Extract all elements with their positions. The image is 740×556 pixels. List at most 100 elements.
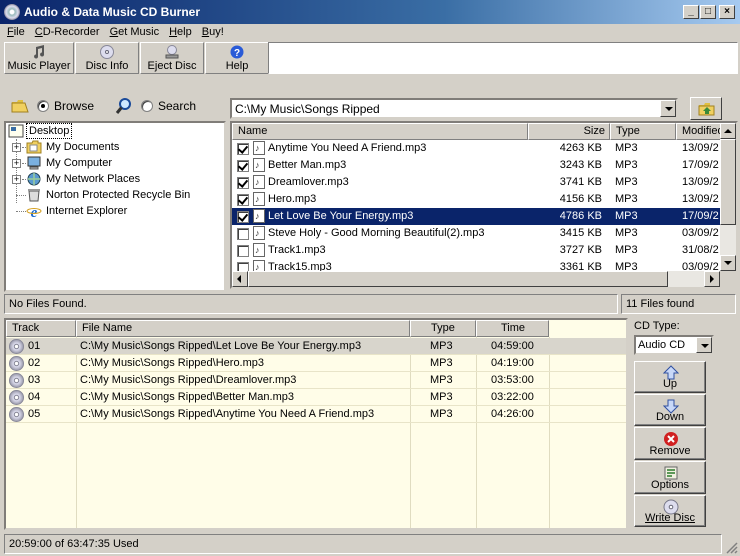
track-row[interactable]: 02 C:\My Music\Songs Ripped\Hero.mp3 MP3… bbox=[6, 355, 626, 372]
expand-my-computer[interactable]: + bbox=[12, 159, 21, 168]
file-checkbox[interactable] bbox=[237, 211, 249, 223]
column-header-modified[interactable]: Modified bbox=[676, 123, 724, 140]
expand-my-documents[interactable]: + bbox=[12, 143, 21, 152]
recycle-bin-icon bbox=[28, 189, 40, 202]
menu-buy[interactable]: Buy! bbox=[197, 24, 229, 42]
cd-type-label: CD Type: bbox=[634, 320, 680, 332]
column-header-file-name[interactable]: File Name bbox=[76, 320, 410, 337]
file-checkbox[interactable] bbox=[237, 160, 249, 172]
help-button[interactable]: ? Help bbox=[205, 42, 269, 74]
hscroll-thumb[interactable] bbox=[248, 271, 668, 287]
column-header-type[interactable]: Type bbox=[610, 123, 676, 140]
track-row-selected[interactable]: 01 C:\My Music\Songs Ripped\Let Love Be … bbox=[6, 338, 626, 355]
file-row[interactable]: Anytime You Need A Friend.mp3 4263 KB MP… bbox=[232, 140, 722, 157]
svg-text:e: e bbox=[31, 205, 38, 218]
options-button[interactable]: Options bbox=[634, 461, 706, 494]
file-list-vscrollbar[interactable] bbox=[720, 123, 736, 271]
file-row[interactable]: Dreamlover.mp3 3741 KB MP3 13/09/2 bbox=[232, 174, 722, 191]
browse-radio[interactable] bbox=[37, 100, 49, 112]
track-row[interactable]: 04 C:\My Music\Songs Ripped\Better Man.m… bbox=[6, 389, 626, 406]
desktop-icon bbox=[8, 124, 24, 138]
search-radio[interactable] bbox=[141, 100, 153, 112]
toolbar-banner-area bbox=[268, 42, 738, 74]
file-row[interactable]: Track1.mp3 3727 KB MP3 31/08/2 bbox=[232, 242, 722, 259]
remove-button[interactable]: Remove bbox=[634, 427, 706, 460]
column-header-track[interactable]: Track bbox=[6, 320, 76, 337]
file-list-hscrollbar[interactable] bbox=[232, 271, 720, 287]
file-row[interactable]: Better Man.mp3 3243 KB MP3 17/09/2 bbox=[232, 157, 722, 174]
browse-label: Browse bbox=[54, 99, 95, 113]
mp3-file-icon bbox=[253, 225, 265, 242]
cd-app-icon bbox=[4, 4, 20, 20]
menu-get-music[interactable]: Get Music bbox=[105, 24, 165, 42]
scroll-right-button[interactable] bbox=[704, 271, 720, 287]
move-down-button[interactable]: Down bbox=[634, 394, 706, 426]
column-header-track-type[interactable]: Type bbox=[410, 320, 476, 337]
column-header-name[interactable]: Name bbox=[232, 123, 528, 140]
scroll-down-button[interactable] bbox=[720, 255, 736, 271]
file-size: 3741 KB bbox=[559, 176, 602, 188]
move-up-button[interactable]: Up bbox=[634, 361, 706, 393]
track-row[interactable]: 03 C:\My Music\Songs Ripped\Dreamlover.m… bbox=[6, 372, 626, 389]
mp3-file-icon bbox=[253, 174, 265, 191]
scroll-up-button[interactable] bbox=[720, 123, 736, 139]
expand-my-network-places[interactable]: + bbox=[12, 175, 21, 184]
cd-type-select[interactable]: Audio CD bbox=[634, 335, 714, 355]
disc-info-button[interactable]: Disc Info bbox=[75, 42, 139, 74]
cd-track-icon bbox=[9, 407, 24, 422]
scroll-left-button[interactable] bbox=[232, 271, 248, 287]
scroll-corner bbox=[720, 271, 736, 287]
title-bar[interactable]: Audio & Data Music CD Burner _ □ × bbox=[0, 0, 740, 24]
music-player-button[interactable]: Music Player bbox=[4, 42, 74, 74]
menu-cd-recorder[interactable]: CD-Recorder bbox=[30, 24, 105, 42]
eject-disc-button[interactable]: Eject Disc bbox=[140, 42, 204, 74]
tree-label-my-computer: My Computer bbox=[46, 157, 113, 169]
track-number: 02 bbox=[28, 357, 41, 369]
file-type: MP3 bbox=[615, 176, 638, 188]
track-file-path: C:\My Music\Songs Ripped\Anytime You Nee… bbox=[80, 408, 375, 420]
file-size: 4156 KB bbox=[559, 193, 602, 205]
file-name: Anytime You Need A Friend.mp3 bbox=[268, 142, 427, 154]
track-row[interactable]: 05 C:\My Music\Songs Ripped\Anytime You … bbox=[6, 406, 626, 423]
file-checkbox[interactable] bbox=[237, 177, 249, 189]
minimize-button[interactable]: _ bbox=[683, 5, 699, 19]
help-icon: ? bbox=[230, 45, 244, 59]
track-type: MP3 bbox=[430, 357, 453, 369]
scroll-thumb[interactable] bbox=[720, 139, 736, 225]
track-file-path: C:\My Music\Songs Ripped\Better Man.mp3 bbox=[80, 391, 294, 403]
file-type: MP3 bbox=[615, 244, 638, 256]
file-name: Hero.mp3 bbox=[268, 193, 317, 205]
window-title: Audio & Data Music CD Burner bbox=[24, 5, 201, 19]
path-dropdown-arrow[interactable] bbox=[660, 100, 676, 117]
tree-label-my-documents: My Documents bbox=[46, 141, 120, 153]
menu-file[interactable]: File bbox=[0, 24, 30, 42]
file-name: Steve Holy - Good Morning Beautiful(2).m… bbox=[268, 227, 485, 239]
file-row[interactable]: Hero.mp3 4156 KB MP3 13/09/2 bbox=[232, 191, 722, 208]
folder-path-combobox[interactable]: C:\My Music\Songs Ripped bbox=[230, 98, 678, 119]
toolbar: Music Player Disc Info Eject Disc ? Help bbox=[4, 42, 270, 74]
maximize-button[interactable]: □ bbox=[700, 5, 716, 19]
remove-label: Remove bbox=[649, 445, 691, 457]
resize-grip-icon[interactable] bbox=[724, 540, 738, 554]
file-modified: 13/09/2 bbox=[682, 193, 719, 205]
column-header-time[interactable]: Time bbox=[476, 320, 549, 337]
file-row[interactable]: Steve Holy - Good Morning Beautiful(2).m… bbox=[232, 225, 722, 242]
folder-open-icon bbox=[11, 100, 29, 113]
menu-help[interactable]: Help bbox=[164, 24, 197, 42]
file-size: 4263 KB bbox=[559, 142, 602, 154]
write-disc-button[interactable]: Write Disc bbox=[634, 495, 706, 527]
close-button[interactable]: × bbox=[719, 5, 735, 19]
file-checkbox[interactable] bbox=[237, 228, 249, 240]
file-checkbox[interactable] bbox=[237, 194, 249, 206]
music-note-icon bbox=[34, 45, 45, 59]
track-file-path: C:\My Music\Songs Ripped\Hero.mp3 bbox=[80, 357, 265, 369]
file-checkbox[interactable] bbox=[237, 245, 249, 257]
track-type: MP3 bbox=[430, 408, 453, 420]
parent-folder-button[interactable] bbox=[690, 97, 722, 120]
disc-usage-status: 20:59:00 of 63:47:35 Used bbox=[4, 534, 722, 554]
column-header-size[interactable]: Size bbox=[528, 123, 610, 140]
file-row-selected[interactable]: Let Love Be Your Energy.mp3 4786 KB MP3 … bbox=[232, 208, 722, 225]
cd-track-icon bbox=[9, 356, 24, 371]
cd-type-dropdown-arrow[interactable] bbox=[696, 337, 712, 353]
file-checkbox[interactable] bbox=[237, 143, 249, 155]
